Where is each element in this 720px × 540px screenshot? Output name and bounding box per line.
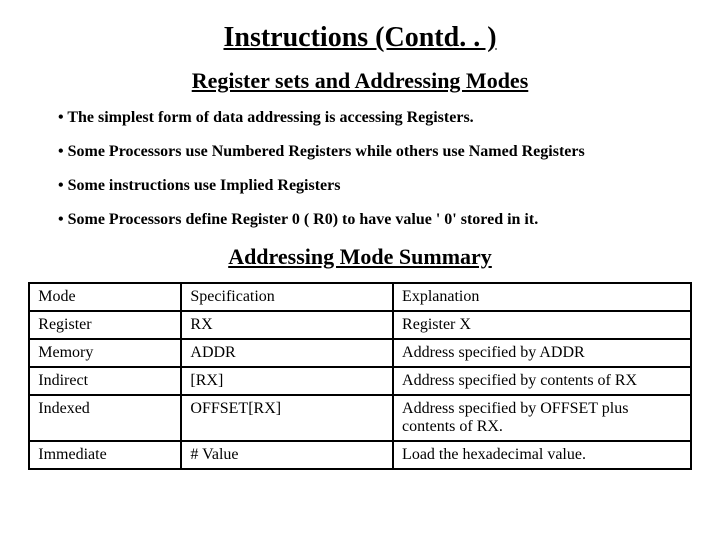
table-cell: Address specified by OFFSET plus content… <box>393 395 691 441</box>
table-cell: Address specified by contents of RX <box>393 367 691 395</box>
table-header-row: Mode Specification Explanation <box>29 283 690 311</box>
table-cell: Address specified by ADDR <box>393 339 691 367</box>
table-cell: Memory <box>29 339 181 367</box>
table-cell: Immediate <box>29 441 181 469</box>
table-cell: Indirect <box>29 367 181 395</box>
subtitle: Register sets and Addressing Modes <box>18 68 702 94</box>
bullet-item: • Some Processors use Numbered Registers… <box>58 142 702 162</box>
table-row: Indexed OFFSET[RX] Address specified by … <box>29 395 690 441</box>
table-cell: Register <box>29 311 181 339</box>
table-cell: RX <box>181 311 393 339</box>
column-header: Specification <box>181 283 393 311</box>
table-row: Indirect [RX] Address specified by conte… <box>29 367 690 395</box>
table-row: Memory ADDR Address specified by ADDR <box>29 339 690 367</box>
addressing-mode-table: Mode Specification Explanation Register … <box>28 282 691 470</box>
column-header: Mode <box>29 283 181 311</box>
bullet-item: • Some instructions use Implied Register… <box>58 176 702 196</box>
table-row: Register RX Register X <box>29 311 690 339</box>
table-cell: # Value <box>181 441 393 469</box>
bullet-item: • The simplest form of data addressing i… <box>58 108 702 128</box>
bullet-list: • The simplest form of data addressing i… <box>18 108 702 230</box>
table-cell: Load the hexadecimal value. <box>393 441 691 469</box>
slide: Instructions (Contd. . ) Register sets a… <box>0 0 720 540</box>
table-cell: ADDR <box>181 339 393 367</box>
table-cell: Register X <box>393 311 691 339</box>
table-cell: OFFSET[RX] <box>181 395 393 441</box>
table-row: Immediate # Value Load the hexadecimal v… <box>29 441 690 469</box>
table-cell: Indexed <box>29 395 181 441</box>
page-title: Instructions (Contd. . ) <box>18 22 702 54</box>
column-header: Explanation <box>393 283 691 311</box>
section-heading: Addressing Mode Summary <box>18 244 702 270</box>
bullet-item: • Some Processors define Register 0 ( R0… <box>58 210 702 230</box>
table-cell: [RX] <box>181 367 393 395</box>
